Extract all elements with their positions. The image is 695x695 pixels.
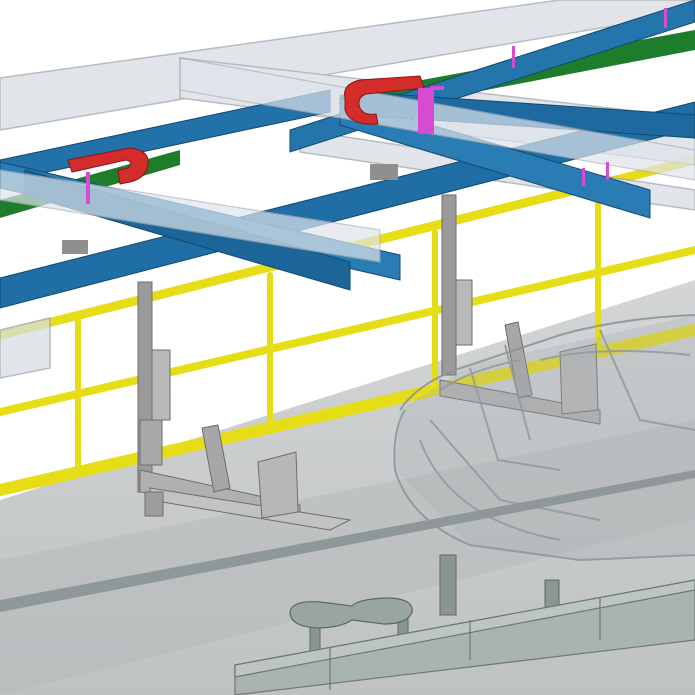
factory-conveyor-scene — [0, 0, 695, 695]
